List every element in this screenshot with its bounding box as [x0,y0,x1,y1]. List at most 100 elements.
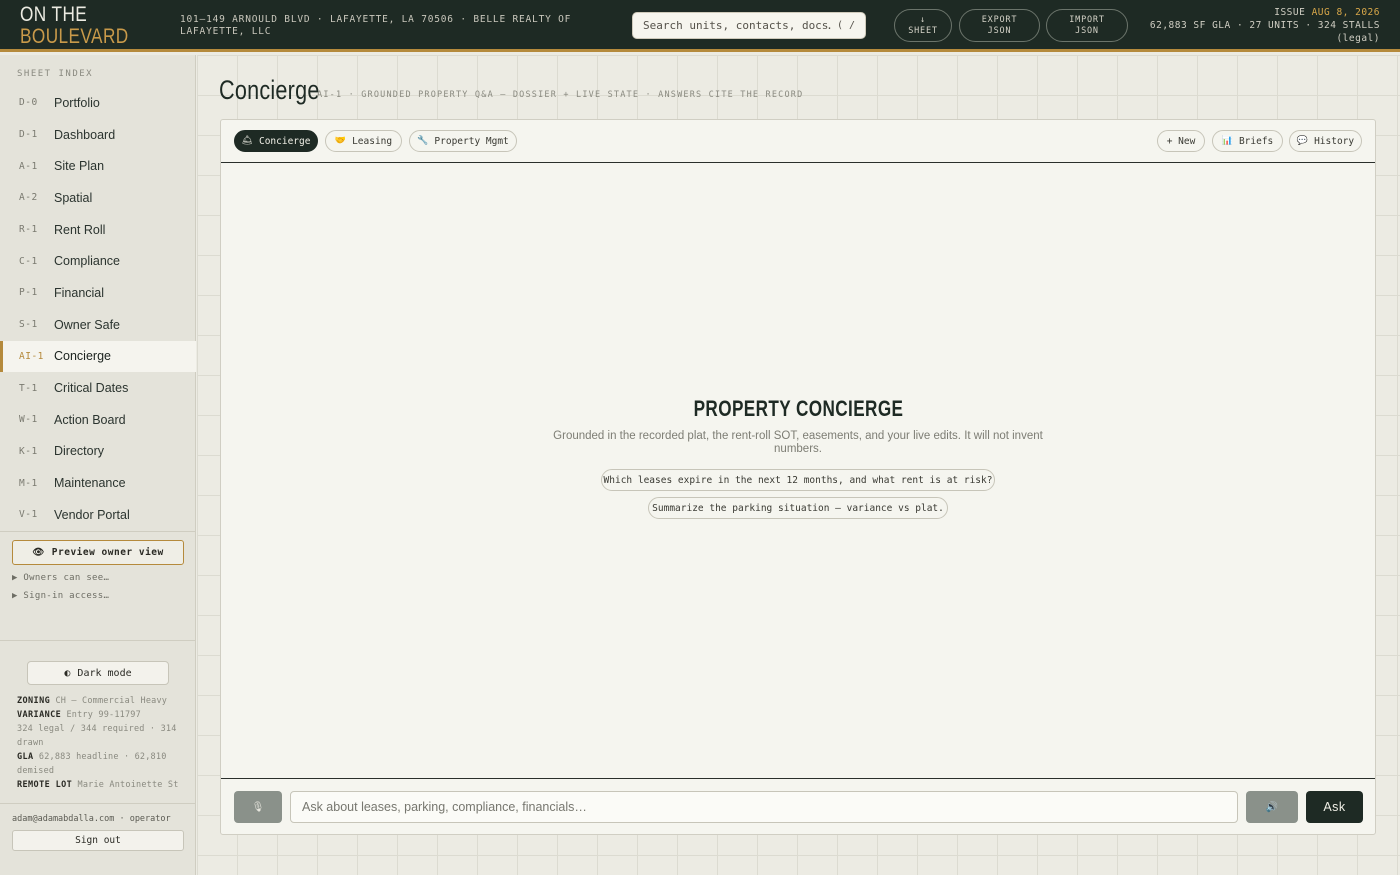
sidebar-item-financial[interactable]: P-1 Financial [0,277,196,309]
sheet-label: Owner Safe [54,317,121,332]
suggestion-chip[interactable]: Summarize the parking situation — varian… [648,497,948,519]
app-logo[interactable]: ON THE BOULEVARD [20,4,135,48]
sheet-index-heading: SHEET INDEX [17,69,94,79]
sheet-code: T-1 [19,382,38,394]
sheet-nav: D-0 Portfolio D-1 Dashboard A-1 Site Pla… [0,87,196,531]
search-shortcut: ( / [836,20,855,31]
sheet-label: Maintenance [54,476,126,491]
sheet-label: Concierge [54,349,111,364]
sidebar-item-rent-roll[interactable]: R-1 Rent Roll [0,214,196,246]
zoning-value: CH — Commercial Heavy [55,696,168,706]
search-box[interactable]: Search units, contacts, docs… ( / [632,12,866,39]
sheet-code: D-0 [19,97,38,109]
sheet-label: Portfolio [54,95,100,110]
briefs-button[interactable]: 📊 Briefs [1212,130,1283,152]
microphone-icon: 🎙 [251,801,265,813]
dark-mode-label: Dark mode [77,667,132,679]
empty-state-title-text: PROPERTY CONCIERGE [693,396,903,421]
eye-icon: 👁 [32,547,45,558]
import-label-1: Import [1069,14,1105,25]
microphone-button[interactable]: 🎙 [234,791,282,823]
composer: 🎙 Ask about leases, parking, compliance,… [221,778,1375,834]
sheet-label: Dashboard [54,127,116,142]
tab-concierge[interactable]: 🛎 Concierge [234,130,318,152]
tab-leasing[interactable]: 🤝 Leasing [325,130,402,152]
speech-bubble-icon: 💬 [1296,136,1309,146]
sheet-code: C-1 [19,255,38,267]
sidebar-item-portfolio[interactable]: D-0 Portfolio [0,87,196,119]
tab-label: Leasing [352,135,393,147]
handshake-icon: 🤝 [334,136,347,146]
sheet-code: R-1 [19,224,38,236]
tab-label: Concierge [258,135,311,147]
page-title: Concierge [219,75,320,105]
remote-lot-value: Marie Antoinette St [77,780,179,790]
variance-detail: 324 legal / 344 required · 314 drawn [17,724,177,748]
tab-property-mgmt[interactable]: 🔧 Property Mgmt [409,130,517,152]
half-circle-icon: ◐ [64,667,71,679]
preview-label: Preview owner view [51,547,164,558]
bellhop-icon: 🛎 [241,136,253,146]
wrench-icon: 🔧 [417,136,429,146]
sheet-code: V-1 [19,509,38,521]
logo-line-2: BOULEVARD [20,25,129,48]
sidebar-item-compliance[interactable]: C-1 Compliance [0,245,196,277]
export-label-1: Export [981,14,1018,25]
sheet-label: Compliance [54,254,121,269]
sidebar-item-owner-safe[interactable]: S-1 Owner Safe [0,309,196,341]
search-input[interactable]: Search units, contacts, docs… [643,19,831,32]
stats-note: (legal) [1336,33,1380,44]
sheet-label: Directory [54,444,105,459]
agent-tabs: 🛎 Concierge 🤝 Leasing 🔧 Property Mgmt + … [221,120,1375,163]
variance-value: Entry 99-11797 [66,710,141,720]
briefs-label: Briefs [1238,135,1274,147]
ask-button[interactable]: Ask [1306,791,1363,823]
sidebar-item-action-board[interactable]: W-1 Action Board [0,404,196,436]
concierge-panel: 🛎 Concierge 🤝 Leasing 🔧 Property Mgmt + … [220,119,1376,835]
sheet-label: Financial [54,285,105,300]
property-address: 101–149 Arnould Blvd · Lafayette, LA 705… [180,14,572,37]
history-button[interactable]: 💬 History [1289,130,1362,152]
sheet-code: A-2 [19,192,38,204]
issue-date: AUG 8, 2026 [1311,7,1380,18]
sidebar-item-directory[interactable]: K-1 Directory [0,436,196,468]
ask-input[interactable]: Ask about leases, parking, compliance, f… [290,791,1238,823]
sidebar-item-dashboard[interactable]: D-1 Dashboard [0,119,196,151]
sheet-code: A-1 [19,160,38,172]
download-sheet-button[interactable]: ↓ Sheet [894,9,952,42]
dark-mode-toggle[interactable]: ◐ Dark mode [27,661,169,685]
new-chat-button[interactable]: + New [1157,130,1205,152]
user-identity: adam@adamabdalla.com · operator [12,814,171,824]
sidebar-item-critical-dates[interactable]: T-1 Critical Dates [0,372,196,404]
sheet-code: K-1 [19,445,38,457]
page-subtitle: AI-1 · Grounded property Q&A — dossier +… [317,90,804,100]
sheet-label: Spatial [54,190,93,205]
import-label-2: JSON [1075,25,1099,36]
export-json-button[interactable]: Export JSON [959,9,1040,42]
sidebar-item-maintenance[interactable]: M-1 Maintenance [0,467,196,499]
zoning-key: ZONING [17,696,51,706]
sheet-code: S-1 [19,319,38,331]
sign-in-access-toggle[interactable]: ▶ Sign-in access… [12,591,109,601]
owners-can-see-toggle[interactable]: ▶ Owners can see… [12,573,109,583]
gla-key: GLA [17,752,34,762]
sign-out-button[interactable]: Sign out [12,830,184,851]
sheet-code: M-1 [19,477,38,489]
preview-owner-view-button[interactable]: 👁 Preview owner view [12,540,184,565]
sheet-code: D-1 [19,129,38,141]
speaker-button[interactable]: 🔊 [1246,791,1298,823]
download-icon: ↓ [920,14,926,25]
top-bar: ON THE BOULEVARD 101–149 Arnould Blvd · … [0,0,1400,52]
sheet-code: P-1 [19,287,38,299]
suggestion-chip[interactable]: Which leases expire in the next 12 month… [601,469,995,491]
sidebar: SHEET INDEX D-0 Portfolio D-1 Dashboard … [0,55,196,875]
import-json-button[interactable]: Import JSON [1046,9,1128,42]
sidebar-divider [0,640,196,641]
sidebar-item-site-plan[interactable]: A-1 Site Plan [0,150,196,182]
sidebar-item-spatial[interactable]: A-2 Spatial [0,182,196,214]
sheet-code: AI-1 [19,350,44,362]
bar-chart-icon: 📊 [1221,136,1233,146]
sidebar-item-vendor-portal[interactable]: V-1 Vendor Portal [0,499,196,531]
sheet-label: Action Board [54,412,126,427]
sidebar-item-concierge[interactable]: AI-1 Concierge [0,340,196,373]
